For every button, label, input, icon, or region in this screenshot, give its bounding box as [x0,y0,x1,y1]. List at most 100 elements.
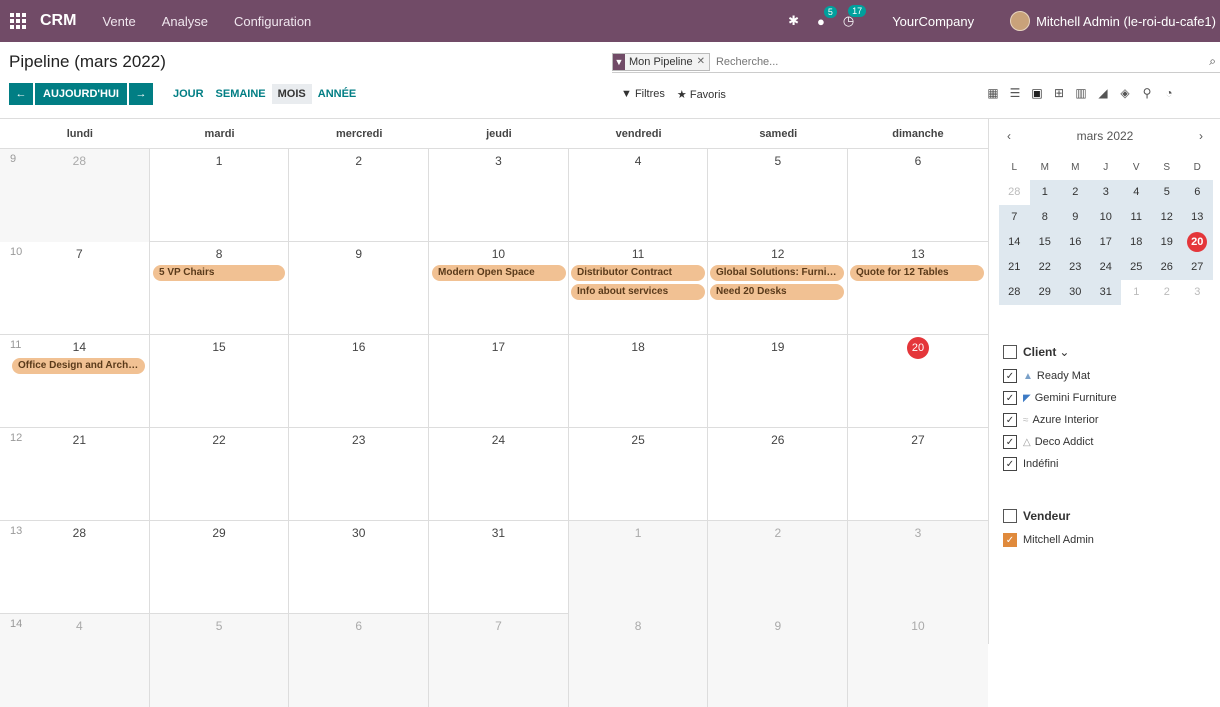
calendar-day-cell[interactable]: 13 [848,242,988,335]
calendar-day-cell[interactable]: 24 [429,428,569,521]
mini-day[interactable]: 4 [1121,180,1152,205]
calendar-day-cell[interactable]: 2 [708,521,849,614]
scale-month[interactable]: MOIS [271,84,312,104]
prev-button[interactable]: ← [9,83,33,105]
list-view-icon[interactable]: ☰ [1004,86,1026,100]
calendar-day-cell[interactable]: 18 [569,335,709,428]
calendar-day-cell[interactable]: 19 [708,335,849,428]
calendar-day-cell[interactable]: 16 [289,335,430,428]
mini-day[interactable]: 11 [1121,205,1152,230]
checkbox[interactable]: ✓ [1003,533,1017,547]
activity-clock-icon[interactable]: ◷ 17 [843,5,867,29]
calendar-event[interactable]: Info about services [571,284,705,300]
calendar-day-cell[interactable]: 26 [708,428,849,521]
calendar-day-cell[interactable]: 31 [429,521,569,614]
calendar-day-cell[interactable]: 6 [289,614,430,707]
vendor-all-checkbox[interactable] [1003,509,1017,523]
calendar-event[interactable]: 5 VP Chairs [153,265,285,281]
calendar-view-icon[interactable]: ▣ [1026,86,1048,100]
mini-day[interactable]: 3 [1090,180,1121,205]
mini-day[interactable]: 16 [1060,230,1091,255]
search-icon[interactable]: ⌕ [1209,54,1216,69]
mini-next-icon[interactable]: › [1199,129,1203,143]
activity-view-icon[interactable]: ◔ [1158,86,1180,100]
calendar-day-cell[interactable]: 29 [150,521,290,614]
menu-vente[interactable]: Vente [102,14,135,29]
checkbox[interactable]: ✓ [1003,369,1017,383]
calendar-day-cell[interactable]: 5 [149,614,290,707]
calendar-event[interactable]: Global Solutions: Furnitu... [710,265,844,281]
mini-day[interactable]: 25 [1121,255,1152,280]
vendor-filter-item[interactable]: ✓ Mitchell Admin [1003,529,1094,551]
calendar-day-cell[interactable]: 20 [848,335,988,428]
checkbox[interactable]: ✓ [1003,435,1017,449]
client-filter-item[interactable]: ✓ ▲ Ready Mat [1003,365,1117,387]
mini-day[interactable]: 29 [1029,280,1060,305]
apps-menu-icon[interactable] [10,13,32,29]
calendar-day-cell[interactable]: 7 [429,614,569,707]
calendar-day-cell[interactable]: 22 [150,428,290,521]
calendar-day-cell[interactable]: 17 [429,335,569,428]
checkbox[interactable]: ✓ [1003,391,1017,405]
calendar-day-cell[interactable]: 23 [289,428,430,521]
calendar-day-cell[interactable]: 1 [568,521,709,614]
mini-day[interactable]: 3 [1182,280,1213,305]
kanban-view-icon[interactable]: ▦ [982,86,1004,100]
mini-day[interactable]: 30 [1060,280,1091,305]
client-filter-item[interactable]: ✓ △ Deco Addict [1003,431,1117,453]
calendar-day-cell[interactable]: 9 [289,242,430,335]
menu-configuration[interactable]: Configuration [234,14,311,29]
calendar-event[interactable]: Distributor Contract [571,265,705,281]
mini-day[interactable]: 1 [1121,280,1152,305]
mini-day[interactable]: 7 [999,205,1030,230]
map-view-icon[interactable]: ⚲ [1136,86,1158,100]
mini-day[interactable]: 27 [1182,255,1213,280]
graph-view-icon[interactable]: ▥ [1070,86,1092,100]
search-facet[interactable]: ▼ Mon Pipeline ✕ [612,52,710,71]
calendar-day-cell[interactable]: 6 [848,149,988,242]
mini-day[interactable]: 23 [1060,255,1091,280]
mini-day[interactable]: 19 [1151,230,1182,255]
mini-day[interactable]: 20 [1182,230,1213,255]
mini-day[interactable]: 10 [1090,205,1121,230]
filters-button[interactable]: ▼ Filtres [621,88,665,101]
user-menu[interactable]: Mitchell Admin (le-roi-du-cafe1) [1036,14,1216,29]
calendar-day-cell[interactable]: 25 [569,428,709,521]
mini-day[interactable]: 28 [999,180,1030,205]
mini-day[interactable]: 18 [1121,230,1152,255]
mini-day[interactable]: 24 [1090,255,1121,280]
calendar-day-cell[interactable]: 14 [0,335,150,428]
dashboard-view-icon[interactable]: ◈ [1114,86,1136,100]
calendar-day-cell[interactable]: 8 [568,614,709,707]
next-button[interactable]: → [128,83,153,105]
mini-day[interactable]: 31 [1090,280,1121,305]
calendar-day-cell[interactable]: 15 [150,335,290,428]
calendar-day-cell[interactable]: 21 [0,428,150,521]
user-avatar[interactable] [1010,11,1031,31]
calendar-event[interactable]: Quote for 12 Tables [850,265,984,281]
messages-icon[interactable]: ● 5 [817,5,837,29]
calendar-day-cell[interactable]: 10 [429,242,569,335]
mini-day[interactable]: 2 [1152,280,1183,305]
calendar-day-cell[interactable]: 3 [848,521,988,614]
client-filter-item[interactable]: ✓ ◤ Gemini Furniture [1003,387,1117,409]
calendar-day-cell[interactable]: 1 [150,149,290,242]
mini-day[interactable]: 9 [1060,205,1091,230]
calendar-day-cell[interactable]: 4 [569,149,709,242]
calendar-day-cell[interactable]: 3 [429,149,569,242]
calendar-day-cell[interactable]: 5 [708,149,849,242]
client-filter-item[interactable]: ✓ Indéfini [1003,453,1117,475]
cohort-view-icon[interactable]: ◢ [1092,86,1114,100]
calendar-event[interactable]: Modern Open Space [432,265,566,281]
debug-bug-icon[interactable]: ✱ [788,13,799,29]
scale-week[interactable]: SEMAINE [210,84,272,104]
calendar-day-cell[interactable]: 27 [848,428,988,521]
today-button[interactable]: AUJOURD'HUI [35,83,127,105]
calendar-day-cell[interactable]: 28 [0,521,150,614]
calendar-day-cell[interactable]: 9 [708,614,849,707]
calendar-day-cell[interactable]: 28 [0,149,150,242]
mini-day[interactable]: 21 [999,255,1030,280]
scale-year[interactable]: ANNÉE [312,84,363,104]
mini-day[interactable]: 12 [1151,205,1182,230]
scale-day[interactable]: JOUR [167,84,210,104]
